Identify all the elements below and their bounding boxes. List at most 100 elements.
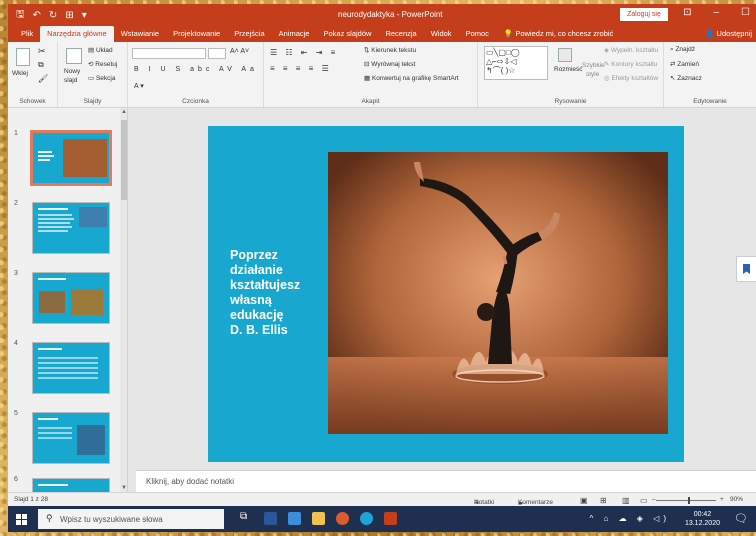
notes-pane[interactable]: Kliknij, aby dodać notatki [136,470,756,492]
customize-qat-icon[interactable]: ▾ [82,10,87,21]
slide-thumbnail-1[interactable] [30,130,112,186]
arrange-button[interactable]: Rozmieść [554,66,583,73]
reset-button[interactable]: ⟲ Resetuj [88,60,117,68]
save-icon[interactable]: 🖫 [16,7,25,24]
sign-in-button[interactable]: Zaloguj się [620,8,668,21]
file-explorer-icon[interactable] [312,512,325,525]
notifications-icon[interactable]: 🗨 [734,512,748,525]
font-grow-icon[interactable]: A˄ A˅ [230,48,249,55]
align-text-icon: ⊟ [364,61,370,68]
quick-styles-label-2[interactable]: style [586,71,599,78]
bookmark-button[interactable] [736,256,756,282]
word-icon[interactable] [264,512,277,525]
maximize-icon[interactable]: ☐ [741,7,750,18]
select-button[interactable]: ↖ Zaznacz [670,74,702,82]
lightbulb-icon: 💡 [503,29,514,38]
layout-button[interactable]: ▤ Układ [88,46,113,54]
zoom-level[interactable]: 90% [730,496,743,503]
tab-animations[interactable]: Animacje [272,29,317,42]
align-buttons[interactable]: ≡ ≡ ≡ ≡ ☰ [270,64,332,73]
copy-icon[interactable]: ⧉ [38,60,44,70]
smartart-button[interactable]: ▦ Konwertuj na grafikę SmartArt [364,74,459,82]
people-icon[interactable] [288,512,301,525]
clock[interactable]: 00:42 13.12.2020 [685,510,720,528]
ribbon-display-options-icon[interactable]: ⊡ [683,7,691,18]
list-buttons[interactable]: ☰ ☷ ⇤ ⇥ ≡ [270,48,338,57]
tab-help[interactable]: Pomoc [459,29,496,42]
firefox-icon[interactable] [336,512,349,525]
tab-insert[interactable]: Wstawianie [114,29,166,42]
windows-start-icon[interactable] [16,514,27,525]
slideshow-icon[interactable]: ▭ [640,496,648,505]
share-button[interactable]: 👤 Udostępnij [705,29,752,38]
scroll-up-icon[interactable]: ▲ [121,109,127,115]
scroll-down-icon[interactable]: ▼ [121,485,127,491]
slide-quote-line: Poprzez [230,248,278,262]
reading-view-icon[interactable]: ▥ [622,496,630,505]
text-direction-button[interactable]: ⇅ Kierunek tekstu [364,46,416,54]
zoom-in-icon[interactable]: + [720,496,724,503]
new-slide-label-1[interactable]: Nowy [64,68,80,75]
taskbar-search-input[interactable]: ⚲ Wpisz tu wyszukiwane słowa [38,509,224,529]
new-slide-label-2[interactable]: slajd [64,77,77,84]
person-icon: 👤 [705,29,715,38]
cut-icon[interactable]: ✂ [38,46,46,57]
tab-home[interactable]: Narzędzia główne [40,26,114,42]
slide-sorter-icon[interactable]: ⊞ [600,496,607,505]
tab-view[interactable]: Widok [424,29,459,42]
font-name-select[interactable] [132,48,206,59]
slide-thumbnail-2[interactable] [32,202,110,254]
zoom-slider-track[interactable] [656,500,716,501]
thumbnail-text-line [38,484,68,486]
tell-me-search[interactable]: 💡 Powiedz mi, co chcesz zrobić [496,29,621,42]
start-from-beginning-icon[interactable]: ⊞ [65,10,73,21]
current-slide[interactable]: Poprzez działanie kształtujesz własną ed… [208,126,684,462]
tab-slideshow[interactable]: Pokaz slajdów [316,29,378,42]
slide-thumbnail-5[interactable] [32,412,110,464]
powerpoint-taskbar-icon[interactable] [384,512,397,525]
system-tray-icons[interactable]: ^ ⌂ ☁ ◈ ◁) [590,514,670,523]
windows-taskbar: ⚲ Wpisz tu wyszukiwane słowa ⧉ ^ ⌂ ☁ ◈ ◁… [8,506,756,532]
find-button[interactable]: ⌕ Znajdź [670,46,695,54]
redo-icon[interactable]: ↻ [49,10,57,21]
tab-file[interactable]: Plik [14,29,40,42]
align-text-button[interactable]: ⊟ Wyrównaj tekst [364,60,415,68]
format-painter-icon[interactable]: 🖌 [38,74,48,83]
minimize-icon[interactable]: – [713,7,719,18]
thumbnail-text-line [38,151,52,153]
handstand-photo[interactable] [328,152,668,434]
task-view-icon[interactable]: ⧉ [240,511,253,524]
clock-date: 13.12.2020 [684,520,720,527]
edge-icon[interactable] [360,512,373,525]
quick-styles-label-1[interactable]: Szybkie [582,62,605,69]
slide-thumbnail-3[interactable] [32,272,110,324]
normal-view-icon[interactable]: ▣ [580,496,588,505]
section-button[interactable]: ▭ Sekcja [88,74,115,82]
tab-review[interactable]: Recenzja [378,29,423,42]
slide-quote-author: D. B. Ellis [230,323,288,337]
comments-label: Komentarze [518,499,554,506]
thumbnail-scrollbar[interactable]: ▲ ▼ [120,108,127,492]
replace-button[interactable]: ⇄ Zamień [670,60,699,68]
shape-effects-button[interactable]: ◎ Efekty kształtów [604,74,658,82]
taskbar-search-placeholder: Wpisz tu wyszukiwane słowa [60,515,163,524]
tab-design[interactable]: Projektowanie [166,29,227,42]
undo-icon[interactable]: ↶ [33,10,41,21]
zoom-slider-knob[interactable] [688,497,690,504]
paste-button[interactable]: Wklej [12,70,28,77]
shapes-gallery[interactable]: ▭╲▢□◯ △⌐⇨⇩◁ ↰⌒( )☆ [484,46,548,80]
shape-fill-button[interactable]: ◈ Wypełn. kształtu [604,46,658,54]
slide-thumbnail-4[interactable] [32,342,110,394]
tab-transitions[interactable]: Przejścia [227,29,271,42]
tell-me-label: Powiedz mi, co chcesz zrobić [515,29,614,38]
font-color-icon[interactable]: A ▾ [134,82,144,90]
group-clipboard: Wklej ✂ ⧉ 🖌 Schowek [8,42,58,107]
shape-outline-button[interactable]: ✎ Kontury kształtu [604,60,658,68]
slide-counter: Slajd 1 z 28 [14,496,48,503]
font-size-select[interactable] [208,48,226,59]
slide-quote[interactable]: Poprzez działanie kształtujesz własną ed… [230,248,320,338]
scrollbar-thumb[interactable] [121,120,127,200]
font-format-buttons[interactable]: B I U S abc AV Aa [134,66,258,73]
slide-thumbnail-6[interactable] [32,478,110,492]
thumbnail-photo [39,291,65,313]
